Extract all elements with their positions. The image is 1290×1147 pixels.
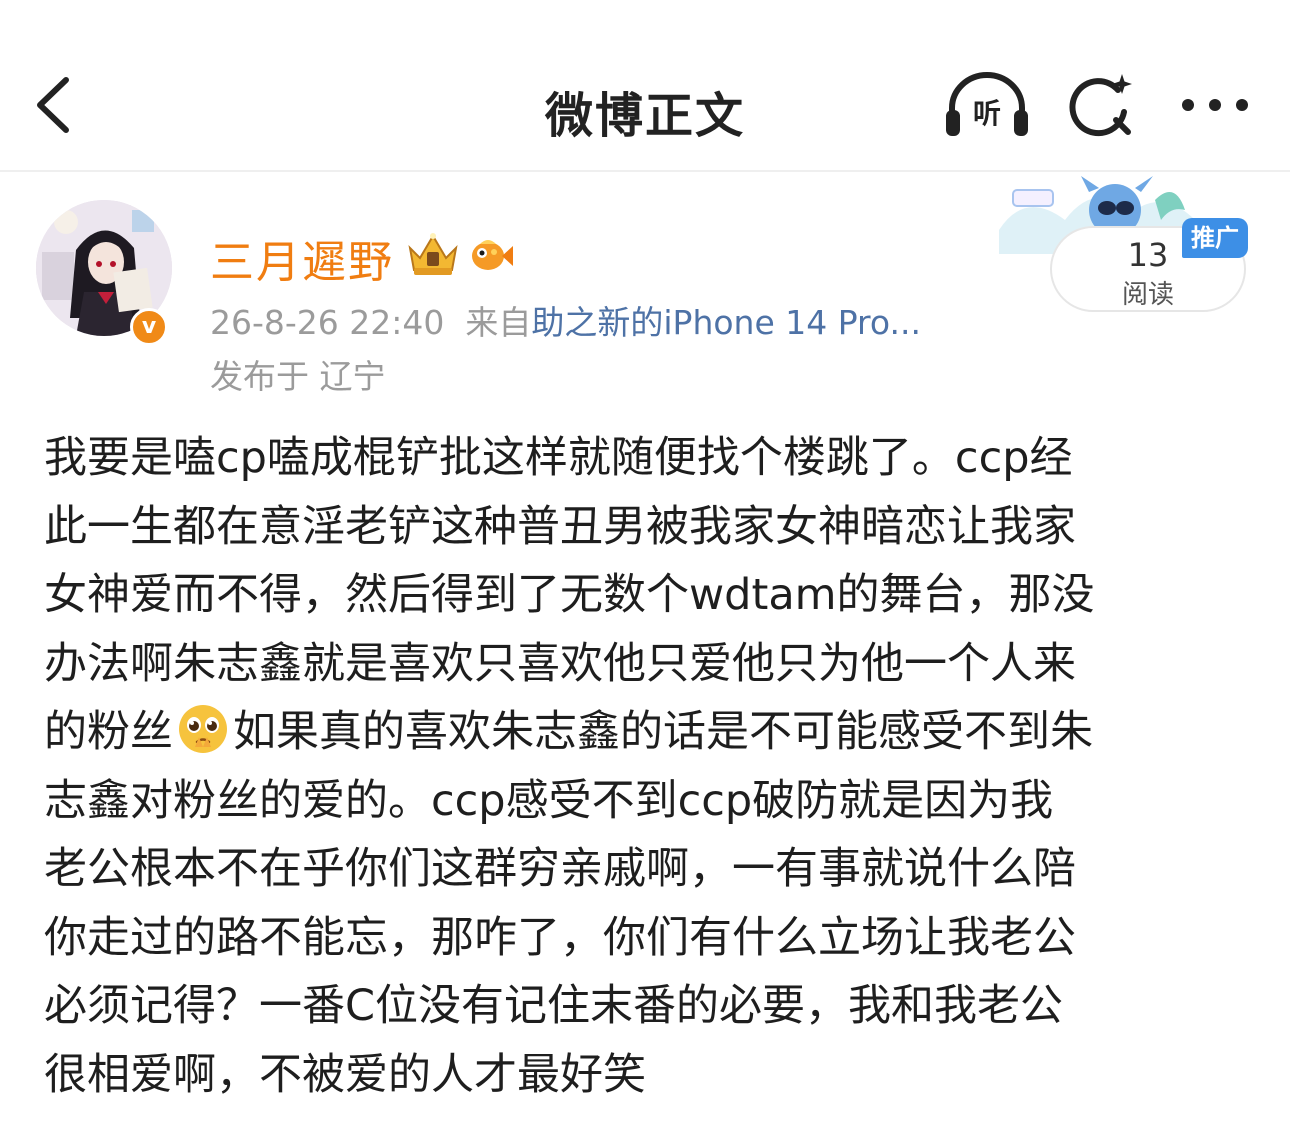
post-text-segment: 的粉丝 [44, 707, 173, 757]
listen-button[interactable]: 听 [944, 70, 1030, 140]
author-name[interactable]: 三月遲野 [210, 226, 394, 290]
pleading-face-emoji [179, 705, 227, 753]
post-line: 我要是嗑cp嗑成棍铲批这样就随便找个楼跳了。ccp经 [44, 433, 1073, 483]
post-line: 必须记得？一番C位没有记住末番的必要，我和我老公 [44, 981, 1064, 1031]
listen-label: 听 [972, 97, 1001, 130]
post-content: 我要是嗑cp嗑成棍铲批这样就随便找个楼跳了。ccp经 此一生都在意淫老铲这种普丑… [44, 424, 1254, 1109]
more-button[interactable] [1180, 80, 1250, 130]
post-meta: 26-8-26 22:40 来自助之新的iPhone 14 Pro... [210, 296, 921, 344]
source-device[interactable]: 助之新的iPhone 14 Pro... [531, 303, 921, 342]
post-line: 女神爱而不得，然后得到了无数个wdtam的舞台，那没 [44, 570, 1095, 620]
post-line: 志鑫对粉丝的爱的。ccp感受不到ccp破防就是因为我 [44, 775, 1054, 826]
post-line-with-emoji: 的粉丝 如果真的喜欢朱志鑫的话是不可能感受不到朱 [44, 698, 1254, 767]
post-line: 办法啊朱志鑫就是喜欢只喜欢他只爱他只为他一个人来 [44, 638, 1076, 689]
source-prefix: 来自 [465, 303, 532, 342]
more-dots-icon [1182, 99, 1248, 111]
post-line: 此一生都在意淫老铲这种普丑男被我家女神暗恋让我家 [44, 501, 1076, 552]
post-line: 很相爱啊，不被爱的人才最好笑 [44, 1049, 646, 1100]
top-nav-bar: 微博正文 听 [0, 0, 1290, 172]
post-line: 老公根本不在乎你们这群穷亲戚啊，一有事就说什么陪 [44, 844, 1076, 894]
post-time: 26-8-26 22:40 [210, 303, 445, 342]
post-location: 发布于 辽宁 [210, 357, 386, 396]
promo-tag[interactable]: 推广 [1182, 218, 1248, 258]
post-line: 你走过的路不能忘，那咋了，你们有什么立场让我老公 [44, 912, 1076, 963]
fish-badge-icon[interactable] [466, 232, 514, 276]
read-label: 阅读 [1121, 280, 1174, 310]
search-button[interactable] [1066, 72, 1136, 138]
post-text-segment: 如果真的喜欢朱志鑫的话是不可能感受不到朱 [233, 707, 1093, 757]
search-sparkle-icon [1069, 74, 1132, 137]
verified-v-icon: v [130, 308, 168, 346]
crown-badge-icon[interactable] [404, 230, 462, 278]
